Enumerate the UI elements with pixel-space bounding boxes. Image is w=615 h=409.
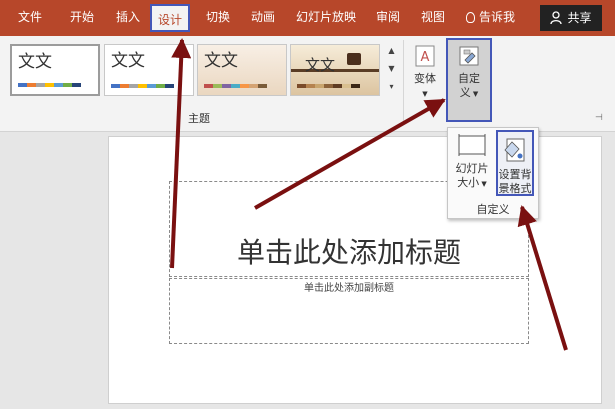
customize-label-line1: 自定	[458, 72, 480, 85]
gallery-scroll-down-icon[interactable]: ▼	[387, 62, 396, 76]
variants-icon: A	[415, 45, 435, 67]
slide-size-button[interactable]: 幻灯片 大小 ▼	[452, 132, 492, 191]
format-background-icon	[504, 138, 525, 162]
theme-sample-text: 文文	[204, 51, 238, 71]
theme-thumbnail-3[interactable]: 文文	[197, 44, 287, 96]
tell-me-label: 告诉我	[479, 10, 516, 24]
chevron-down-icon: ▼	[470, 90, 479, 98]
tab-slideshow[interactable]: 幻灯片放映	[296, 9, 356, 25]
tab-view[interactable]: 视图	[421, 9, 445, 25]
gallery-scroll-up-icon[interactable]: ▲	[387, 44, 396, 58]
theme-sample-text: 文文	[111, 51, 145, 71]
format-background-label-line2: 景格式	[498, 182, 532, 195]
pin-ribbon-icon[interactable]: ⊣	[595, 113, 603, 123]
customize-dropdown-panel: 幻灯片 大小 ▼ 设置背 景格式 自定义	[447, 127, 539, 219]
group-divider	[403, 40, 404, 122]
tab-file[interactable]: 文件	[18, 9, 42, 25]
customize-group-label: 自定义	[476, 203, 510, 216]
subtitle-placeholder[interactable]: 单击此处添加副标题	[169, 278, 529, 344]
theme-decoration-image	[347, 53, 361, 65]
slide-size-label-line2: 大小	[457, 176, 480, 189]
format-background-button[interactable]: 设置背 景格式	[496, 130, 534, 196]
tab-insert[interactable]: 插入	[116, 9, 140, 25]
customize-icon	[459, 46, 479, 66]
svg-text:A: A	[421, 50, 430, 65]
theme-sample-text: 文文	[18, 52, 52, 72]
person-icon	[550, 11, 563, 25]
theme-thumbnail-4[interactable]: 文文	[290, 44, 380, 96]
tab-design[interactable]: 设计	[150, 4, 191, 32]
subtitle-placeholder-text: 单击此处添加副标题	[304, 283, 394, 294]
lightbulb-icon	[466, 12, 475, 23]
share-label: 共享	[567, 11, 592, 25]
theme-sample-text: 文文	[305, 56, 336, 74]
customize-label-line2: 义	[459, 86, 471, 99]
gallery-more-icon[interactable]: ▾	[387, 80, 396, 94]
customize-button[interactable]: 自定 义 ▼	[446, 38, 492, 122]
slide-size-label-line1: 幻灯片	[455, 162, 489, 175]
variants-label: 变体	[414, 72, 436, 85]
theme-thumbnail-2[interactable]: 文文	[104, 44, 194, 96]
chevron-down-icon: ▼	[422, 90, 428, 98]
tab-home[interactable]: 开始	[70, 9, 94, 25]
tab-transitions[interactable]: 切换	[206, 9, 230, 25]
format-background-label-line1: 设置背	[498, 168, 532, 181]
design-ribbon: 文文 文文 文文 文文 ▲ ▼ ▾ 主题 A 变体 ▼ 自定 义 ▼ ⊣	[0, 36, 615, 132]
variants-button[interactable]: A 变体 ▼	[408, 44, 442, 104]
tab-animations[interactable]: 动画	[251, 9, 275, 25]
theme-color-swatches	[297, 84, 360, 88]
tab-review[interactable]: 审阅	[376, 9, 400, 25]
title-placeholder-text: 单击此处添加标题	[236, 236, 461, 269]
ribbon-tab-bar: 文件 开始 插入 设计 切换 动画 幻灯片放映 审阅 视图 告诉我 共享	[0, 0, 615, 36]
theme-color-swatches	[204, 84, 267, 88]
chevron-down-icon: ▼	[479, 180, 487, 188]
share-button[interactable]: 共享	[540, 5, 602, 31]
tell-me-search[interactable]: 告诉我	[466, 9, 515, 25]
theme-color-swatches	[18, 83, 81, 87]
theme-color-swatches	[111, 84, 174, 88]
themes-group-label: 主题	[188, 112, 210, 125]
theme-thumbnail-office[interactable]: 文文	[10, 44, 100, 96]
slide-size-icon	[458, 134, 486, 156]
